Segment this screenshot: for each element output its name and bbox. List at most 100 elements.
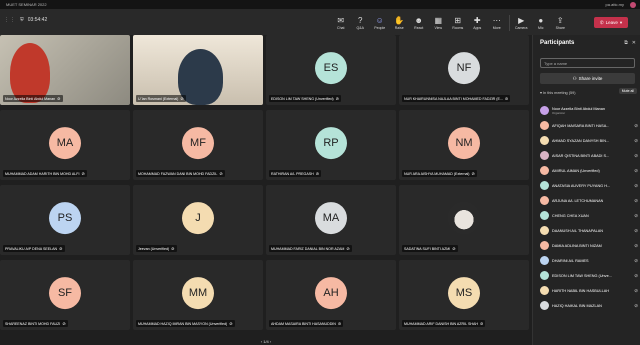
next-page-icon[interactable]: › — [270, 339, 271, 344]
meeting-toolbar: ⋮⋮ ⛨ 03:54:42 ✉ Chat? Q&A ☺ People ✋ Raise ☻ Rea… — [0, 9, 640, 35]
in-meeting-header[interactable]: ▾ In this meeting (59) Mute all — [540, 88, 637, 95]
mic-off-icon: ⊘ — [315, 171, 320, 176]
timer-text: 03:54:42 — [27, 17, 48, 23]
participant-tile[interactable]: MM MUHAMMAD HAZIQ IMRAN BIN MASYON (Unver… — [133, 260, 263, 330]
participant-avatar: RP — [315, 127, 347, 160]
qa-icon: ? — [358, 16, 363, 25]
title-bar: MUET SEMINAR 2022 pa.attc.my — [0, 0, 640, 9]
participant-avatar: NF — [448, 52, 480, 85]
participant-video — [10, 43, 50, 103]
mic-off-icon: ⊘ — [452, 246, 456, 251]
participant-tile[interactable]: SF SHAREENAZ BINTI MOHD FAUZI ⊘ — [0, 260, 130, 330]
participant-tile[interactable]: AH AHDAM MASAIRA BINTI HASANUDDIN ⊘ — [266, 260, 396, 330]
participant-list-item[interactable]: AISAR QISTINA BINTI ABADI S... ⊘ — [540, 148, 638, 163]
participant-list-item[interactable]: ANATASIA AUVERY PUYANG H... ⊘ — [540, 178, 638, 193]
grid-pager: ‹ 1/4 › — [0, 338, 532, 345]
participant-name-tag: Noor Azzelia Binti Abdul Manan ⊘ — [3, 95, 63, 102]
mic-off-icon[interactable]: ⊘ — [634, 243, 638, 249]
participant-list-name: Noor Azzelia Binti Abdul Manan — [552, 106, 605, 111]
close-icon[interactable]: ✕ — [632, 40, 636, 46]
participant-tile[interactable]: U`lan Rosmani (External) ⊘ — [133, 35, 263, 105]
toolbar-react-button[interactable]: ☻ React — [409, 12, 429, 34]
mic-off-icon[interactable]: ⊘ — [634, 213, 638, 219]
pager-text: 1/4 — [263, 339, 269, 344]
participant-tile[interactable]: Noor Azzelia Binti Abdul Manan ⊘ — [0, 35, 130, 105]
participant-search-input[interactable]: Type a name — [540, 58, 635, 68]
participant-tile[interactable]: MA MUHAMMAD ADAM HARITH BIN MOHD ALFI ⊘ — [0, 110, 130, 180]
toolbar-chat-button[interactable]: ✉ Chat — [331, 12, 351, 34]
panel-header-icons: ⧉ ✕ — [624, 40, 636, 46]
participant-tile[interactable]: PS PRAVALIKU A/P DENA SEELAN ⊘ — [0, 185, 130, 255]
leave-button[interactable]: ✆ Leave ▾ — [594, 17, 628, 28]
participant-list-item[interactable]: EDISON LIM TAW SHENG (Unve... ⊘ — [540, 268, 638, 283]
avatar — [540, 121, 549, 130]
participant-list-name: CHENG CHEA XUAN — [552, 213, 589, 218]
participant-list-item[interactable]: CHENG CHEA XUAN ⊘ — [540, 208, 638, 223]
participant-list-item[interactable]: AHMAD SYAZAN DANYSH BIN... ⊘ — [540, 133, 638, 148]
share-invite-button[interactable]: ⚇ Share invite — [540, 73, 635, 84]
participant-list-name: AISAR QISTINA BINTI ABADI S... — [552, 153, 610, 158]
mic-off-icon[interactable]: ⊘ — [634, 303, 638, 309]
mic-off-icon[interactable]: ⊘ — [634, 198, 638, 204]
toolbar-view-button[interactable]: ▦ View — [429, 12, 449, 34]
mute-all-button[interactable]: Mute all — [618, 88, 637, 94]
mic-off-icon[interactable]: ⊘ — [634, 258, 638, 264]
chat-icon: ✉ — [337, 16, 345, 25]
toolbar-raise-button[interactable]: ✋ Raise — [390, 12, 410, 34]
mic-off-icon[interactable]: ⊘ — [634, 123, 638, 129]
toolbar-share-button[interactable]: ⇪ Share — [551, 12, 571, 34]
participant-tile[interactable]: MF MOHAMMAD FAZWAN DANI BIN MOHD FADZIL ⊘ — [133, 110, 263, 180]
mic-off-icon[interactable]: ⊘ — [634, 228, 638, 234]
participant-avatar: NM — [448, 127, 480, 160]
mic-off-icon[interactable]: ⊘ — [634, 138, 638, 144]
shield-icon: ⛨ — [20, 17, 24, 23]
participant-tile[interactable]: RP RATHIRAN A/L PREGASH ⊘ — [266, 110, 396, 180]
mic-off-icon: ⊘ — [57, 96, 61, 101]
participant-list-item[interactable]: AMIRUL AIMAN (Unverified) ⊘ — [540, 163, 638, 178]
mic-off-icon[interactable]: ⊘ — [634, 273, 638, 279]
mic-icon: ● — [538, 16, 544, 25]
participant-list-item[interactable]: HARITH NABIL BIN HASBULLAH ⊘ — [540, 283, 638, 298]
user-avatar[interactable] — [630, 1, 636, 8]
participant-list-item[interactable]: Noor Azzelia Binti Abdul Manan Organizer — [540, 103, 638, 118]
participant-list-item[interactable]: AFIQAH MAISARA BINTI HASA... ⊘ — [540, 118, 638, 133]
toolbar-qa-button[interactable]: ? Q&A — [351, 12, 371, 34]
toolbar-item-label: Share — [555, 26, 565, 30]
toolbar-camera-button[interactable]: ▶ Camera — [512, 12, 532, 34]
search-hint[interactable]: pa.attc.my — [606, 0, 624, 9]
toolbar-mic-button[interactable]: ● Mic — [531, 12, 551, 34]
participant-tile[interactable]: NM NUR ARA AISHYA MUHAMAD (External) ⊘ — [399, 110, 529, 180]
participant-name: AHDAM MASAIRA BINTI HASANUDDIN — [271, 322, 336, 326]
toolbar-rooms-button[interactable]: ⊞ Rooms — [448, 12, 468, 34]
avatar — [540, 196, 549, 205]
participant-tile[interactable]: MS MUHAMMAD ARIF DANISH BIN AZRIL SHAH ⊘ — [399, 260, 529, 330]
participant-tile[interactable]: MA MUHAMMAD FARIZ DANIAL BIN NOR AZAM ⊘ — [266, 185, 396, 255]
mic-off-icon[interactable]: ⊘ — [634, 183, 638, 189]
avatar — [540, 106, 549, 115]
participant-list-item[interactable]: DAANUSH A/L THANAPALAN ⊘ — [540, 223, 638, 238]
participant-tile[interactable]: J Jeevan (Unverified) ⊘ — [133, 185, 263, 255]
participant-name-tag: EDISON LIM TAW SHENG (Unverified) ⊘ — [269, 95, 341, 102]
mic-off-icon[interactable]: ⊘ — [634, 288, 638, 294]
toolbar-people-button[interactable]: ☺ People — [370, 12, 390, 34]
chevron-down-icon[interactable]: ▾ — [620, 20, 622, 26]
toolbar-more-button[interactable]: ⋯ More — [487, 12, 507, 34]
prev-page-icon[interactable]: ‹ — [261, 339, 262, 344]
participant-list-name: EDISON LIM TAW SHENG (Unve... — [552, 273, 612, 278]
toolbar-apps-button[interactable]: ✚ Apps — [468, 12, 488, 34]
participant-name-tag: Jeevan (Unverified) ⊘ — [136, 245, 177, 252]
participant-list-item[interactable]: ARJUNA A/L LETCHUMANAN ⊘ — [540, 193, 638, 208]
participant-tile[interactable]: ES EDISON LIM TAW SHENG (Unverified) ⊘ — [266, 35, 396, 105]
participant-tile[interactable]: SADATINA SUFI BINTI AZMI ⊘ — [399, 185, 529, 255]
mic-off-icon[interactable]: ⊘ — [634, 153, 638, 159]
mic-off-icon[interactable]: ⊘ — [634, 168, 638, 174]
participant-list-item[interactable]: DHARINI A/L RAMES ⊘ — [540, 253, 638, 268]
drag-dots-icon[interactable]: ⋮⋮ — [4, 17, 16, 23]
participant-list-item[interactable]: DAMIA ADLINA BINTI NIZAM ⊘ — [540, 238, 638, 253]
participant-name: MUHAMMAD ARIF DANISH BIN AZRIL SHAH — [404, 322, 478, 326]
popout-icon[interactable]: ⧉ — [624, 40, 628, 46]
participant-list-name: DAANUSH A/L THANAPALAN — [552, 228, 603, 233]
participant-list-item[interactable]: HAZIQ HAIKAL BIN MAZLAN ⊘ — [540, 298, 638, 313]
participant-tile[interactable]: NF NUR KHAIRUNNISA NAJLAA BINTI MOHAMED F… — [399, 35, 529, 105]
participant-name-tag: U`lan Rosmani (External) ⊘ — [136, 95, 186, 102]
